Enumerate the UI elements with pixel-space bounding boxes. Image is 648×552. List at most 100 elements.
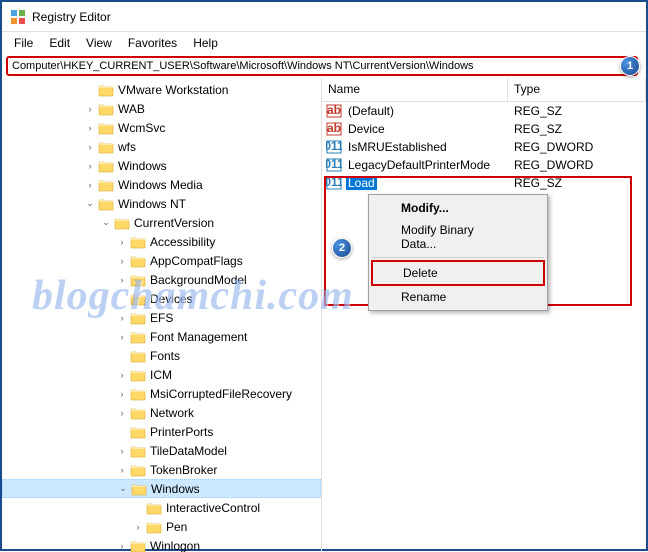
- chevron-right-icon[interactable]: ›: [114, 234, 130, 250]
- folder-icon: [98, 83, 114, 97]
- tree-node[interactable]: ›Winlogon: [2, 536, 321, 552]
- context-modify[interactable]: Modify...: [371, 197, 545, 219]
- tree-node[interactable]: › AppCompatFlags: [2, 251, 321, 270]
- context-rename[interactable]: Rename: [371, 286, 545, 308]
- tree-label: AppCompatFlags: [150, 254, 243, 268]
- binary-value-icon: 011: [326, 157, 342, 173]
- folder-icon: [130, 406, 146, 420]
- tree-node[interactable]: ›TokenBroker: [2, 460, 321, 479]
- tree-label: ICM: [150, 368, 172, 382]
- chevron-right-icon[interactable]: ›: [114, 405, 130, 421]
- callout-1: 1: [620, 56, 640, 76]
- chevron-right-icon[interactable]: ›: [114, 538, 130, 552]
- tree-node[interactable]: ›Windows: [2, 156, 321, 175]
- chevron-down-icon[interactable]: ⌄: [82, 196, 98, 212]
- chevron-right-icon[interactable]: ›: [114, 310, 130, 326]
- app-icon: [10, 9, 26, 25]
- menu-file[interactable]: File: [6, 34, 41, 52]
- chevron-right-icon[interactable]: ›: [82, 101, 98, 117]
- value-type: REG_SZ: [508, 122, 646, 136]
- svg-text:011: 011: [326, 157, 342, 171]
- tree-label: EFS: [150, 311, 173, 325]
- tree-node[interactable]: › Network: [2, 403, 321, 422]
- tree-node[interactable]: ›Font Management: [2, 327, 321, 346]
- list-row[interactable]: abDeviceREG_SZ: [322, 120, 646, 138]
- tree-node[interactable]: ›MsiCorruptedFileRecovery: [2, 384, 321, 403]
- tree-node[interactable]: › EFS: [2, 308, 321, 327]
- tree-node[interactable]: › ICM: [2, 365, 321, 384]
- tree-node[interactable]: ⌄ Windows NT: [2, 194, 321, 213]
- binary-value-icon: 011: [326, 139, 342, 155]
- tree-node[interactable]: ›Accessibility: [2, 232, 321, 251]
- list-pane: Name Type ab(Default)REG_SZab Device REG_S…: [322, 78, 646, 552]
- chevron-right-icon[interactable]: ›: [82, 120, 98, 136]
- tree-node[interactable]: ›wfs: [2, 137, 321, 156]
- tree-label: Network: [150, 406, 194, 420]
- chevron-right-icon[interactable]: ›: [130, 519, 146, 535]
- tree-label: PrinterPorts: [150, 425, 213, 439]
- menubar: File Edit View Favorites Help: [2, 32, 646, 54]
- tree-node[interactable]: Fonts: [2, 346, 321, 365]
- tree-node[interactable]: Devices: [2, 289, 321, 308]
- folder-icon: [98, 197, 114, 211]
- list-row[interactable]: 011LoadREG_SZ: [322, 174, 646, 192]
- column-name[interactable]: Name: [322, 78, 508, 101]
- chevron-right-icon[interactable]: ›: [82, 177, 98, 193]
- tree-node[interactable]: PrinterPorts: [2, 422, 321, 441]
- context-menu: Modify... Modify Binary Data... Delete R…: [368, 194, 548, 311]
- folder-icon: [130, 425, 146, 439]
- callout-2: 2: [332, 238, 352, 258]
- folder-icon: [130, 387, 146, 401]
- tree-node[interactable]: ⌄Windows: [2, 479, 321, 498]
- chevron-right-icon[interactable]: ›: [114, 329, 130, 345]
- binary-value-icon: 011: [326, 175, 342, 191]
- tree-node[interactable]: ⌄CurrentVersion: [2, 213, 321, 232]
- folder-icon: [130, 311, 146, 325]
- menu-favorites[interactable]: Favorites: [120, 34, 185, 52]
- tree-node[interactable]: ›Windows Media: [2, 175, 321, 194]
- context-delete[interactable]: Delete: [371, 260, 545, 286]
- chevron-right-icon[interactable]: ›: [82, 158, 98, 174]
- tree-node[interactable]: ›WAB: [2, 99, 321, 118]
- context-separator: [372, 257, 544, 258]
- tree-scroll[interactable]: VMware Workstation›WAB›WcmSvc›wfs›Window…: [2, 78, 321, 552]
- tree-label: Windows NT: [118, 197, 186, 211]
- twisty-none: [114, 291, 130, 307]
- address-input[interactable]: [6, 56, 638, 76]
- tree-node[interactable]: ›WcmSvc: [2, 118, 321, 137]
- chevron-right-icon[interactable]: ›: [114, 386, 130, 402]
- chevron-right-icon[interactable]: ›: [114, 443, 130, 459]
- folder-icon: [130, 254, 146, 268]
- list-row[interactable]: ab(Default)REG_SZ: [322, 102, 646, 120]
- chevron-down-icon[interactable]: ⌄: [98, 215, 114, 231]
- context-modify-binary[interactable]: Modify Binary Data...: [371, 219, 545, 255]
- chevron-right-icon[interactable]: ›: [114, 367, 130, 383]
- tree-label: BackgroundModel: [150, 273, 247, 287]
- value-type: REG_SZ: [508, 104, 646, 118]
- tree-node[interactable]: VMware Workstation: [2, 80, 321, 99]
- string-value-icon: ab: [326, 103, 342, 119]
- tree-node[interactable]: › BackgroundModel: [2, 270, 321, 289]
- folder-icon: [130, 349, 146, 363]
- value-name: Device: [346, 122, 387, 136]
- menu-help[interactable]: Help: [185, 34, 226, 52]
- list-row[interactable]: 011IsMRUEstablishedREG_DWORD: [322, 138, 646, 156]
- chevron-right-icon[interactable]: ›: [114, 253, 130, 269]
- window-title: Registry Editor: [32, 10, 111, 24]
- column-type[interactable]: Type: [508, 78, 646, 101]
- chevron-right-icon[interactable]: ›: [82, 139, 98, 155]
- chevron-down-icon[interactable]: ⌄: [115, 481, 131, 497]
- folder-icon: [130, 235, 146, 249]
- twisty-none: [114, 424, 130, 440]
- tree-node[interactable]: ›TileDataModel: [2, 441, 321, 460]
- folder-icon: [130, 444, 146, 458]
- value-type: REG_DWORD: [508, 158, 646, 172]
- tree-node[interactable]: InteractiveControl: [2, 498, 321, 517]
- chevron-right-icon[interactable]: ›: [114, 462, 130, 478]
- tree-node[interactable]: ›Pen: [2, 517, 321, 536]
- chevron-right-icon[interactable]: ›: [114, 272, 130, 288]
- menu-edit[interactable]: Edit: [41, 34, 78, 52]
- list-row[interactable]: 011LegacyDefaultPrinterModeREG_DWORD: [322, 156, 646, 174]
- svg-text:011: 011: [326, 139, 342, 153]
- menu-view[interactable]: View: [78, 34, 120, 52]
